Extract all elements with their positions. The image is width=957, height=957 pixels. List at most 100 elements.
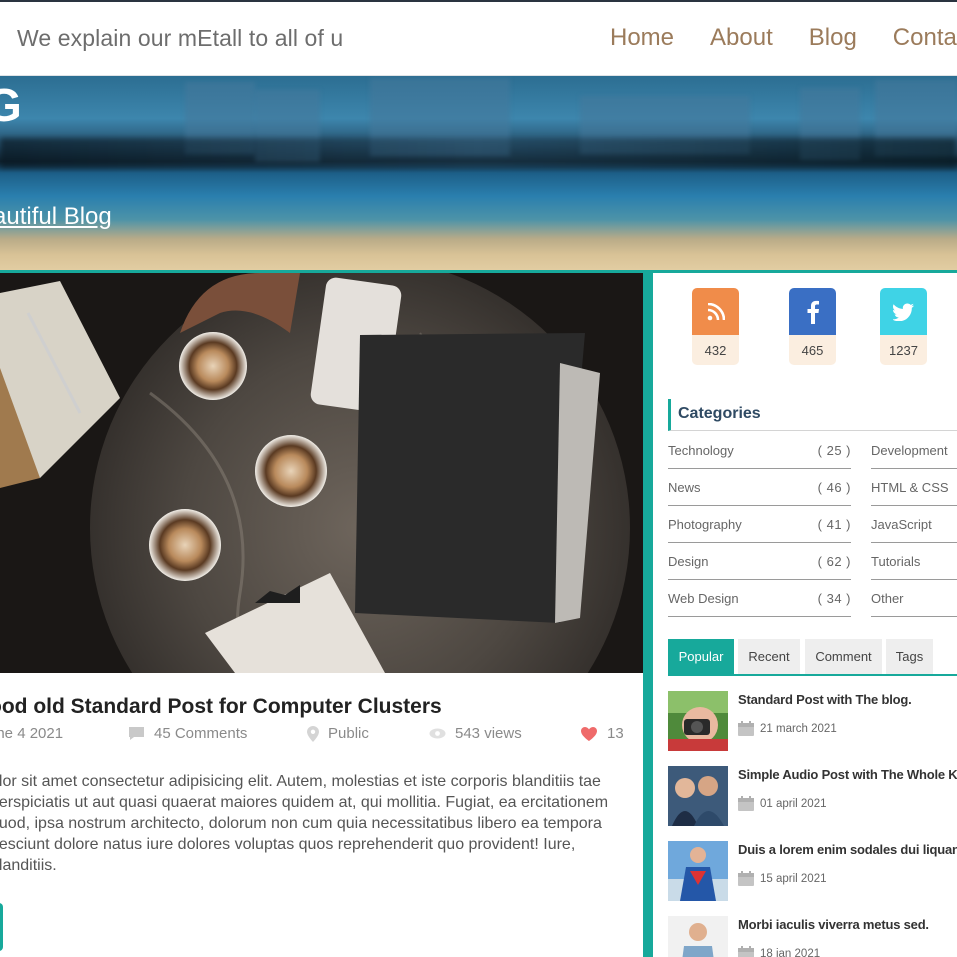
category-item[interactable]: Other (871, 580, 957, 617)
popular-post-title[interactable]: Standard Post with The blog. (738, 692, 912, 707)
category-item[interactable]: Photography ( 41 ) (668, 506, 851, 543)
categories-heading-text: Categories (678, 405, 761, 422)
tab-popular[interactable]: Popular (668, 639, 734, 674)
popular-post-item[interactable]: Morbi iaculis viverra metus sed. 18 jan … (668, 916, 957, 957)
top-navigation-bar: We explain our mEtall to all of u Home A… (0, 0, 957, 76)
category-count: ( 41 ) (817, 517, 851, 532)
read-more-button[interactable] (0, 903, 3, 951)
location-pin-icon (307, 725, 319, 742)
popular-post-item[interactable]: Simple Audio Post with The Whole K 01 ap… (668, 766, 957, 828)
popular-post-date-text: 15 april 2021 (760, 872, 827, 885)
businessman-thumbnail-image (668, 916, 728, 957)
twitter-count: 1237 (880, 335, 927, 365)
sidebar: 432 465 1237 Categories Technology ( 25 … (653, 273, 957, 957)
category-count: ( 25 ) (817, 443, 851, 458)
post-featured-image[interactable] (0, 273, 643, 673)
category-item[interactable]: Design ( 62 ) (668, 543, 851, 580)
hero-title: G (0, 79, 22, 131)
rss-icon (707, 302, 725, 320)
post-likes-text: 13 (607, 725, 624, 742)
heart-icon (581, 726, 597, 741)
popular-post-item[interactable]: Standard Post with The blog. 21 march 20… (668, 691, 957, 753)
nav-link-contact[interactable]: Conta (893, 24, 957, 52)
popular-post-date: 18 jan 2021 (738, 946, 820, 957)
hero-banner (0, 76, 957, 270)
category-name: News (668, 480, 701, 495)
popular-post-thumbnail[interactable] (668, 841, 728, 901)
category-item[interactable]: HTML & CSS (871, 469, 957, 506)
nav-link-blog[interactable]: Blog (809, 24, 857, 52)
post-date: une 4 2021 (0, 725, 63, 742)
tab-recent[interactable]: Recent (738, 639, 800, 674)
category-name: HTML & CSS (871, 480, 949, 495)
superhero-thumbnail-image (668, 841, 728, 901)
category-count: ( 46 ) (817, 480, 851, 495)
comment-icon (129, 727, 144, 740)
popular-post-item[interactable]: Duis a lorem enim sodales dui liquan 15 … (668, 841, 957, 903)
popular-post-date: 01 april 2021 (738, 796, 827, 811)
calendar-icon (738, 796, 754, 811)
nav-link-about[interactable]: About (710, 24, 773, 52)
popular-post-date: 15 april 2021 (738, 871, 827, 886)
category-item[interactable]: Web Design ( 34 ) (668, 580, 851, 617)
category-item[interactable]: Technology ( 25 ) (668, 432, 851, 469)
category-item[interactable]: News ( 46 ) (668, 469, 851, 506)
coffee-table-illustration (0, 273, 643, 673)
photographer-thumbnail-image (668, 691, 728, 751)
category-item[interactable]: JavaScript (871, 506, 957, 543)
rss-count: 432 (692, 335, 739, 365)
popular-post-thumbnail[interactable] (668, 691, 728, 751)
category-item[interactable]: Tutorials (871, 543, 957, 580)
category-count: ( 34 ) (817, 591, 851, 606)
popular-post-date: 21 march 2021 (738, 721, 837, 736)
category-name: Design (668, 554, 709, 569)
popular-post-date-text: 01 april 2021 (760, 797, 827, 810)
category-name: Other (871, 591, 904, 606)
blog-post-card: ood old Standard Post for Computer Clust… (0, 273, 643, 957)
category-name: Development (871, 443, 948, 458)
post-comments-text: 45 Comments (154, 725, 248, 742)
social-facebook[interactable]: 465 (789, 288, 836, 365)
popular-post-thumbnail[interactable] (668, 766, 728, 826)
popular-post-title[interactable]: Morbi iaculis viverra metus sed. (738, 917, 929, 932)
post-views: 543 views (429, 725, 522, 742)
tab-comment[interactable]: Comment (805, 639, 882, 674)
post-visibility-text: Public (328, 725, 369, 742)
tab-tags[interactable]: Tags (886, 639, 933, 674)
calendar-icon (738, 721, 754, 736)
calendar-icon (738, 946, 754, 957)
social-twitter[interactable]: 1237 (880, 288, 927, 365)
twitter-tile (880, 288, 927, 335)
post-excerpt: olor sit amet consectetur adipisicing el… (0, 773, 609, 874)
post-likes[interactable]: 13 (580, 725, 624, 742)
category-name: Technology (668, 443, 734, 458)
social-rss[interactable]: 432 (692, 288, 739, 365)
eye-icon (429, 728, 446, 739)
hero-subtitle-link[interactable]: autiful Blog (0, 203, 112, 231)
post-title[interactable]: ood old Standard Post for Computer Clust… (0, 695, 442, 719)
post-visibility: Public (307, 725, 369, 742)
popular-post-thumbnail[interactable] (668, 916, 728, 957)
facebook-tile (789, 288, 836, 335)
popular-post-title[interactable]: Duis a lorem enim sodales dui liquan (738, 842, 957, 857)
category-name: Web Design (668, 591, 739, 606)
nav-link-home[interactable]: Home (610, 24, 674, 52)
widget-tabs: Popular Recent Comment Tags (668, 639, 957, 676)
category-name: Photography (668, 517, 742, 532)
facebook-icon (807, 300, 819, 324)
category-name: Tutorials (871, 554, 921, 569)
categories-heading: Categories (668, 399, 957, 431)
main-nav: Home About Blog Conta (610, 24, 957, 52)
facebook-count: 465 (789, 335, 836, 365)
popular-post-title[interactable]: Simple Audio Post with The Whole K (738, 767, 957, 782)
post-comments[interactable]: 45 Comments (128, 725, 247, 742)
rss-tile (692, 288, 739, 335)
group-photo-thumbnail-image (668, 766, 728, 826)
popular-post-date-text: 21 march 2021 (760, 722, 837, 735)
twitter-icon (892, 303, 914, 321)
popular-post-date-text: 18 jan 2021 (760, 947, 821, 957)
post-views-text: 543 views (455, 725, 522, 742)
hero-shoreline (0, 138, 957, 168)
category-count: ( 62 ) (817, 554, 851, 569)
category-item[interactable]: Development (871, 432, 957, 469)
